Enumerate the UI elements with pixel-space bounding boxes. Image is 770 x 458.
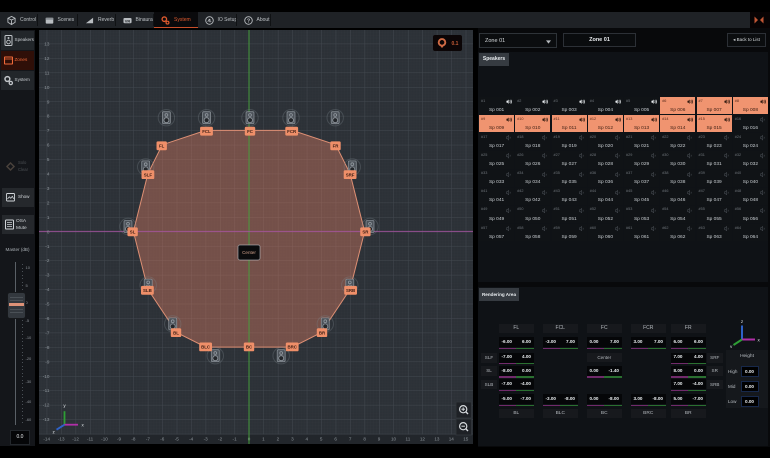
svg-text:-12: -12 <box>43 403 50 408</box>
svg-text:SL: SL <box>130 230 136 235</box>
svg-text:0.1: 0.1 <box>452 41 459 47</box>
svg-text:z: z <box>741 319 744 324</box>
svg-text:-9: -9 <box>117 436 122 441</box>
svg-text:FC: FC <box>247 129 254 134</box>
svg-text:BR: BR <box>319 330 326 335</box>
svg-text:4: 4 <box>47 172 50 177</box>
svg-text:1: 1 <box>47 215 50 220</box>
svg-text:8: 8 <box>47 114 50 119</box>
svg-text:?: ? <box>246 18 249 24</box>
svg-text:0: 0 <box>47 229 50 234</box>
svg-text:5: 5 <box>47 157 50 162</box>
svg-text:-2: -2 <box>218 436 223 441</box>
svg-text:-1: -1 <box>233 436 238 441</box>
svg-text:-11: -11 <box>43 388 50 393</box>
svg-text:6: 6 <box>334 436 337 441</box>
svg-text:2: 2 <box>277 436 280 441</box>
svg-text:-3: -3 <box>45 273 50 278</box>
svg-text:11: 11 <box>45 70 50 75</box>
svg-text:-10: -10 <box>101 436 108 441</box>
svg-text:FL: FL <box>159 144 165 149</box>
svg-text:-5: -5 <box>175 436 180 441</box>
svg-text:5: 5 <box>320 436 323 441</box>
svg-text:-5: -5 <box>45 302 50 307</box>
svg-text:-9: -9 <box>45 359 50 364</box>
svg-text:BC: BC <box>246 345 253 350</box>
svg-text:11: 11 <box>406 436 411 441</box>
svg-text:10: 10 <box>391 436 397 441</box>
svg-text:-13: -13 <box>58 436 65 441</box>
svg-text:7: 7 <box>47 128 50 133</box>
svg-text:-6: -6 <box>45 316 50 321</box>
svg-text:3: 3 <box>47 186 50 191</box>
svg-text:y: y <box>730 344 733 348</box>
svg-text:VR: VR <box>124 18 130 23</box>
svg-text:9: 9 <box>47 99 50 104</box>
svg-text:SRB: SRB <box>346 288 355 293</box>
svg-text:SLB: SLB <box>143 288 152 293</box>
svg-text:-10: -10 <box>43 374 50 379</box>
svg-text:BRC: BRC <box>287 345 297 350</box>
svg-text:-4: -4 <box>189 436 194 441</box>
svg-text:7: 7 <box>349 436 352 441</box>
svg-text:-8: -8 <box>131 436 136 441</box>
svg-text:10: 10 <box>44 85 50 90</box>
svg-text:14: 14 <box>449 436 455 441</box>
svg-text:-14: -14 <box>43 436 50 441</box>
svg-text:-1: -1 <box>45 244 50 249</box>
svg-text:3: 3 <box>291 436 294 441</box>
svg-text:9: 9 <box>378 436 381 441</box>
svg-text:-4: -4 <box>45 287 50 292</box>
svg-text:8: 8 <box>363 436 366 441</box>
svg-text:-11: -11 <box>87 436 94 441</box>
svg-text:13: 13 <box>434 436 440 441</box>
svg-text:2: 2 <box>47 200 50 205</box>
svg-text:FR: FR <box>333 144 340 149</box>
svg-text:SRF: SRF <box>346 172 355 177</box>
svg-text:FCL: FCL <box>202 129 211 134</box>
svg-text:-7: -7 <box>45 330 50 335</box>
svg-text:15: 15 <box>463 436 469 441</box>
svg-text:BL: BL <box>173 330 179 335</box>
svg-text:SLF: SLF <box>144 172 153 177</box>
svg-text:12: 12 <box>420 436 426 441</box>
svg-text:-12: -12 <box>72 436 79 441</box>
svg-text:13: 13 <box>44 42 50 47</box>
svg-text:4: 4 <box>306 436 309 441</box>
svg-text:BLC: BLC <box>201 345 211 350</box>
svg-text:x: x <box>758 337 761 342</box>
svg-text:-13: -13 <box>43 417 50 422</box>
svg-text:-6: -6 <box>160 436 165 441</box>
svg-text:1: 1 <box>262 436 265 441</box>
svg-text:Center: Center <box>242 250 256 255</box>
svg-text:-7: -7 <box>146 436 151 441</box>
svg-text:12: 12 <box>44 56 50 61</box>
svg-text:SR: SR <box>362 230 369 235</box>
svg-text:-8: -8 <box>45 345 50 350</box>
svg-text:-2: -2 <box>45 258 50 263</box>
svg-text:FCR: FCR <box>287 129 297 134</box>
svg-text:-3: -3 <box>204 436 209 441</box>
svg-text:6: 6 <box>47 143 50 148</box>
